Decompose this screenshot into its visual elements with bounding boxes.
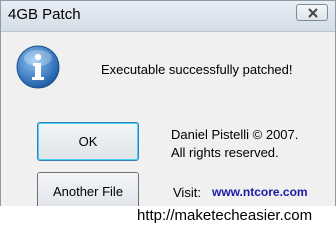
close-icon (308, 8, 318, 18)
website-link[interactable]: www.ntcore.com (212, 185, 308, 199)
info-icon (16, 45, 60, 89)
watermark-text: http://maketecheasier.com (137, 207, 313, 224)
copyright-line-rights: All rights reserved. (171, 145, 279, 160)
dialog-window: 4GB Patch Executable successfully patche… (0, 0, 336, 228)
visit-label: Visit: (173, 185, 201, 200)
ok-button[interactable]: OK (37, 122, 139, 161)
status-message: Executable successfully patched! (101, 62, 293, 77)
copyright-text: Daniel Pistelli © 2007. All rights reser… (171, 126, 298, 162)
title-bar[interactable]: 4GB Patch (1, 1, 335, 32)
close-button[interactable] (296, 4, 328, 21)
window-title: 4GB Patch (8, 6, 81, 23)
copyright-line-author: Daniel Pistelli © 2007. (171, 127, 299, 142)
